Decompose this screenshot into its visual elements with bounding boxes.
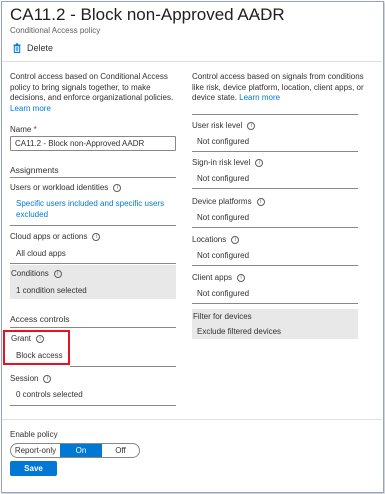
save-button[interactable]: Save — [10, 461, 57, 476]
left-description-line: policy to bring signals together, to mak… — [10, 82, 151, 92]
info-icon[interactable]: i — [53, 270, 62, 278]
access-controls-heading: Access controls — [10, 314, 70, 324]
enable-policy-toggle[interactable]: Report-only On Off — [10, 443, 140, 458]
enable-policy-label: Enable policy — [10, 430, 58, 439]
locations-link[interactable]: Not configured — [197, 251, 249, 260]
info-icon[interactable]: i — [256, 198, 265, 206]
toggle-report-only[interactable]: Report-only — [11, 444, 60, 457]
session-link[interactable]: 0 controls selected — [16, 390, 83, 399]
left-learn-more-link[interactable]: Learn more — [10, 104, 173, 115]
info-icon[interactable]: i — [237, 274, 246, 282]
row-divider — [192, 151, 358, 152]
name-label-text: Name — [10, 125, 32, 134]
left-description-line: decisions, and enforce organizational po… — [10, 93, 174, 102]
device-platforms-label-text: Device platforms — [192, 197, 252, 206]
right-description-line: Control access based on signals from con… — [192, 72, 364, 81]
grant-highlight-box — [3, 330, 70, 365]
trash-icon — [13, 43, 21, 53]
device-platforms-label: Device platforms i — [192, 197, 265, 206]
user-risk-label-text: User risk level — [192, 121, 243, 130]
section-divider — [10, 327, 176, 328]
user-risk-link[interactable]: Not configured — [197, 137, 249, 146]
row-divider — [192, 188, 358, 189]
locations-label-text: Locations — [192, 235, 227, 244]
conditions-label-text: Conditions — [11, 269, 49, 278]
info-icon[interactable]: i — [92, 233, 101, 241]
footer-divider — [2, 419, 382, 420]
policy-name-value: CA11.2 - Block non-Approved AADR — [15, 139, 145, 148]
row-divider — [192, 303, 358, 304]
name-label: Name * — [10, 125, 37, 134]
conditions-label: Conditions i — [11, 269, 62, 278]
conditions-link[interactable]: 1 condition selected — [16, 286, 87, 295]
row-divider — [70, 366, 176, 367]
info-icon[interactable]: i — [113, 184, 122, 192]
users-selection-line: Specific users included and specific use… — [16, 199, 165, 208]
client-apps-label: Client apps i — [192, 273, 246, 282]
cloud-apps-label: Cloud apps or actions i — [10, 232, 101, 241]
client-apps-link[interactable]: Not configured — [197, 289, 249, 298]
assignments-heading: Assignments — [10, 165, 59, 175]
right-description-line: like risk, device platform, location, cl… — [192, 82, 364, 92]
page-title: CA11.2 - Block non-Approved AADR — [10, 5, 285, 24]
user-risk-label: User risk level i — [192, 121, 256, 130]
locations-label: Locations i — [192, 235, 240, 244]
row-divider — [10, 225, 176, 226]
client-apps-label-text: Client apps — [192, 273, 233, 282]
info-icon[interactable]: i — [43, 375, 52, 383]
cloud-apps-link[interactable]: All cloud apps — [16, 249, 66, 258]
row-divider — [192, 114, 358, 115]
toggle-on[interactable]: On — [60, 444, 102, 457]
more-actions-button[interactable]: ··· — [256, 5, 273, 21]
session-label-text: Session — [10, 374, 39, 383]
row-divider — [192, 265, 358, 266]
delete-button[interactable]: Delete — [13, 43, 53, 53]
users-selection-link[interactable]: Specific users included and specific use… — [16, 199, 164, 220]
right-learn-more-link[interactable]: Learn more — [239, 93, 280, 102]
row-divider — [10, 405, 176, 406]
session-label: Session i — [10, 374, 52, 383]
policy-name-input[interactable]: CA11.2 - Block non-Approved AADR — [10, 136, 176, 151]
info-icon[interactable]: i — [255, 159, 264, 167]
info-icon[interactable]: i — [231, 236, 240, 244]
users-selection-line: excluded — [16, 209, 49, 219]
filter-devices-link[interactable]: Exclude filtered devices — [197, 327, 281, 336]
users-label: Users or workload identities i — [10, 183, 122, 192]
signin-risk-link[interactable]: Not configured — [197, 174, 249, 183]
right-description-line: device state. — [192, 93, 237, 102]
toggle-off[interactable]: Off — [102, 444, 139, 457]
signin-risk-label-text: Sign-in risk level — [192, 158, 251, 167]
right-description: Control access based on signals from con… — [192, 72, 364, 104]
filter-devices-label: Filter for devices — [193, 312, 252, 321]
row-divider — [192, 227, 358, 228]
toolbar-divider — [2, 61, 382, 62]
left-description-line: Control access based on Conditional Acce… — [10, 72, 168, 81]
row-divider — [10, 263, 176, 264]
signin-risk-label: Sign-in risk level i — [192, 158, 264, 167]
users-label-text: Users or workload identities — [10, 183, 109, 192]
device-platforms-link[interactable]: Not configured — [197, 213, 249, 222]
cloud-apps-label-text: Cloud apps or actions — [10, 232, 88, 241]
delete-label: Delete — [27, 43, 54, 53]
page-subtitle: Conditional Access policy — [10, 26, 101, 35]
required-marker: * — [33, 125, 37, 134]
section-divider — [10, 177, 176, 178]
info-icon[interactable]: i — [247, 122, 256, 130]
left-description: Control access based on Conditional Acce… — [10, 72, 173, 114]
